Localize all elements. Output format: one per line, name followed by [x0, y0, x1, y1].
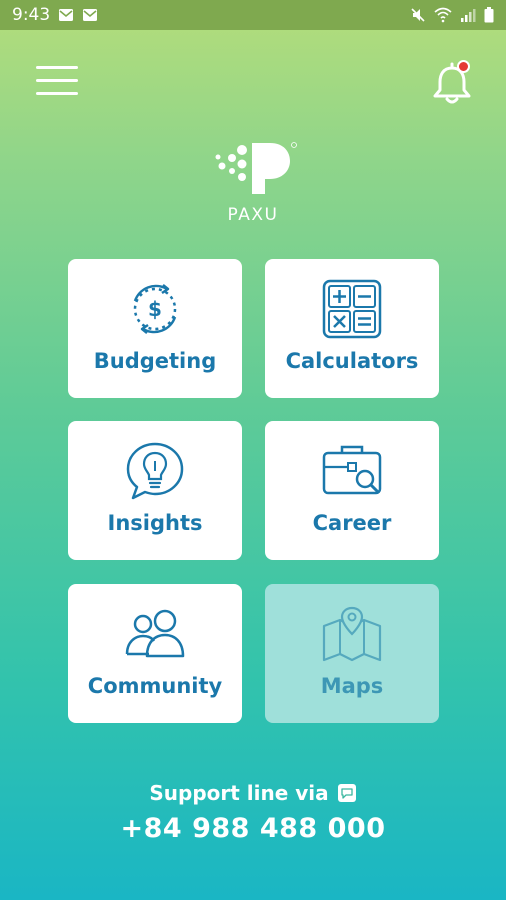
tile-label: Budgeting [93, 349, 217, 373]
mute-icon [411, 8, 425, 22]
signal-icon [461, 9, 476, 22]
tile-maps[interactable]: Maps [265, 584, 439, 723]
briefcase-search-icon [322, 445, 382, 495]
tile-career[interactable]: Career [265, 421, 439, 560]
people-icon [125, 609, 185, 658]
tile-community[interactable]: Community [68, 584, 242, 723]
tile-label: Career [312, 511, 392, 535]
support-line: Support line via [0, 781, 506, 805]
support-text: Support line via [149, 781, 329, 805]
chat-app-icon[interactable] [337, 783, 357, 803]
mail-icon [59, 9, 74, 21]
battery-icon [484, 7, 494, 23]
support-phone-link[interactable]: +84 988 488 000 [0, 813, 506, 844]
notification-dot [457, 60, 470, 73]
calculator-icon [322, 279, 382, 339]
map-pin-icon [322, 606, 382, 662]
tile-calculators[interactable]: Calculators [265, 259, 439, 398]
tile-label: Community [87, 674, 223, 698]
status-time: 9:43 [12, 5, 51, 25]
budget-cycle-icon: $ [133, 284, 177, 334]
wifi-icon [434, 7, 452, 23]
paxu-logo-icon [215, 142, 297, 194]
tile-label: Insights [107, 511, 203, 535]
status-bar: 9:43 [0, 0, 506, 30]
tile-insights[interactable]: Insights [68, 421, 242, 560]
notification-button[interactable] [430, 60, 474, 108]
tile-label: Maps [320, 674, 384, 698]
mail-icon [83, 9, 98, 21]
tile-budgeting[interactable]: $ Budgeting [68, 259, 242, 398]
hamburger-menu-icon[interactable] [36, 66, 78, 100]
lightbulb-chat-icon [126, 442, 184, 500]
tile-label: Calculators [285, 349, 419, 373]
brand-name: PAXU [227, 205, 279, 225]
svg-text:$: $ [148, 297, 162, 321]
